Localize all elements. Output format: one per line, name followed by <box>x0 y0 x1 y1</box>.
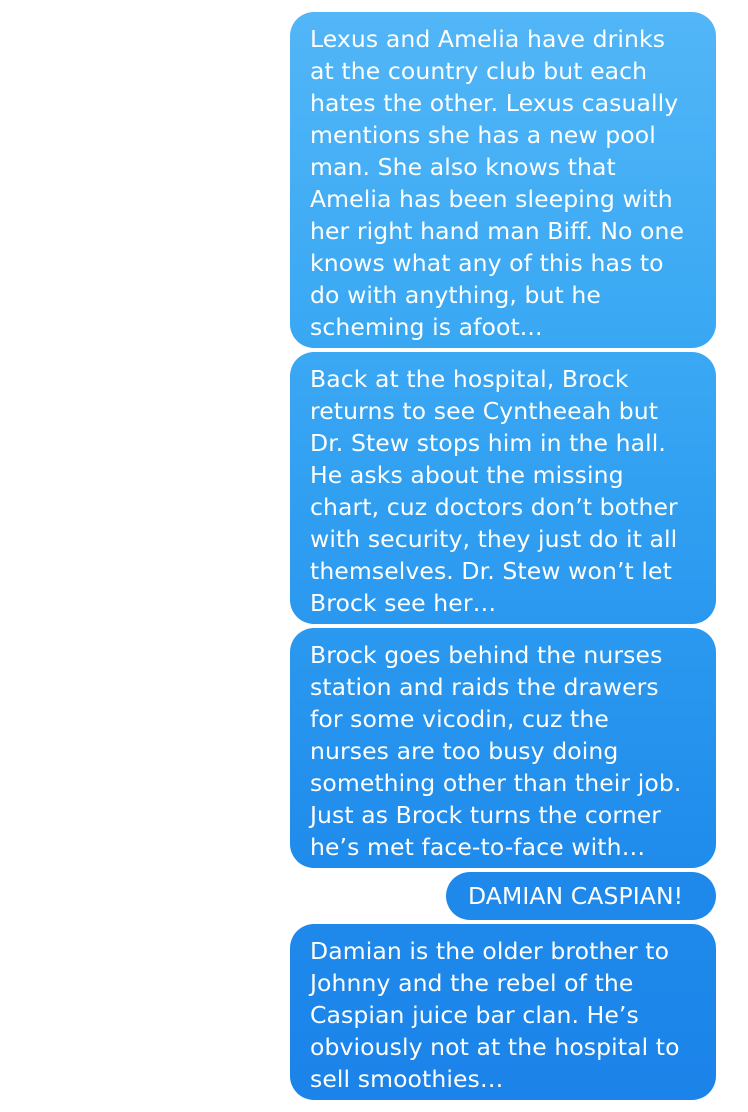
message-bubble[interactable]: Damian is the older brother to Johnny an… <box>290 924 716 1100</box>
message-thread: Lexus and Amelia have drinks at the coun… <box>0 0 748 1112</box>
message-bubble[interactable]: Back at the hospital, Brock returns to s… <box>290 352 716 624</box>
message-bubble[interactable]: Brock goes behind the nurses station and… <box>290 628 716 868</box>
message-bubble[interactable]: Lexus and Amelia have drinks at the coun… <box>290 12 716 348</box>
message-bubble[interactable]: DAMIAN CASPIAN! <box>446 872 716 920</box>
